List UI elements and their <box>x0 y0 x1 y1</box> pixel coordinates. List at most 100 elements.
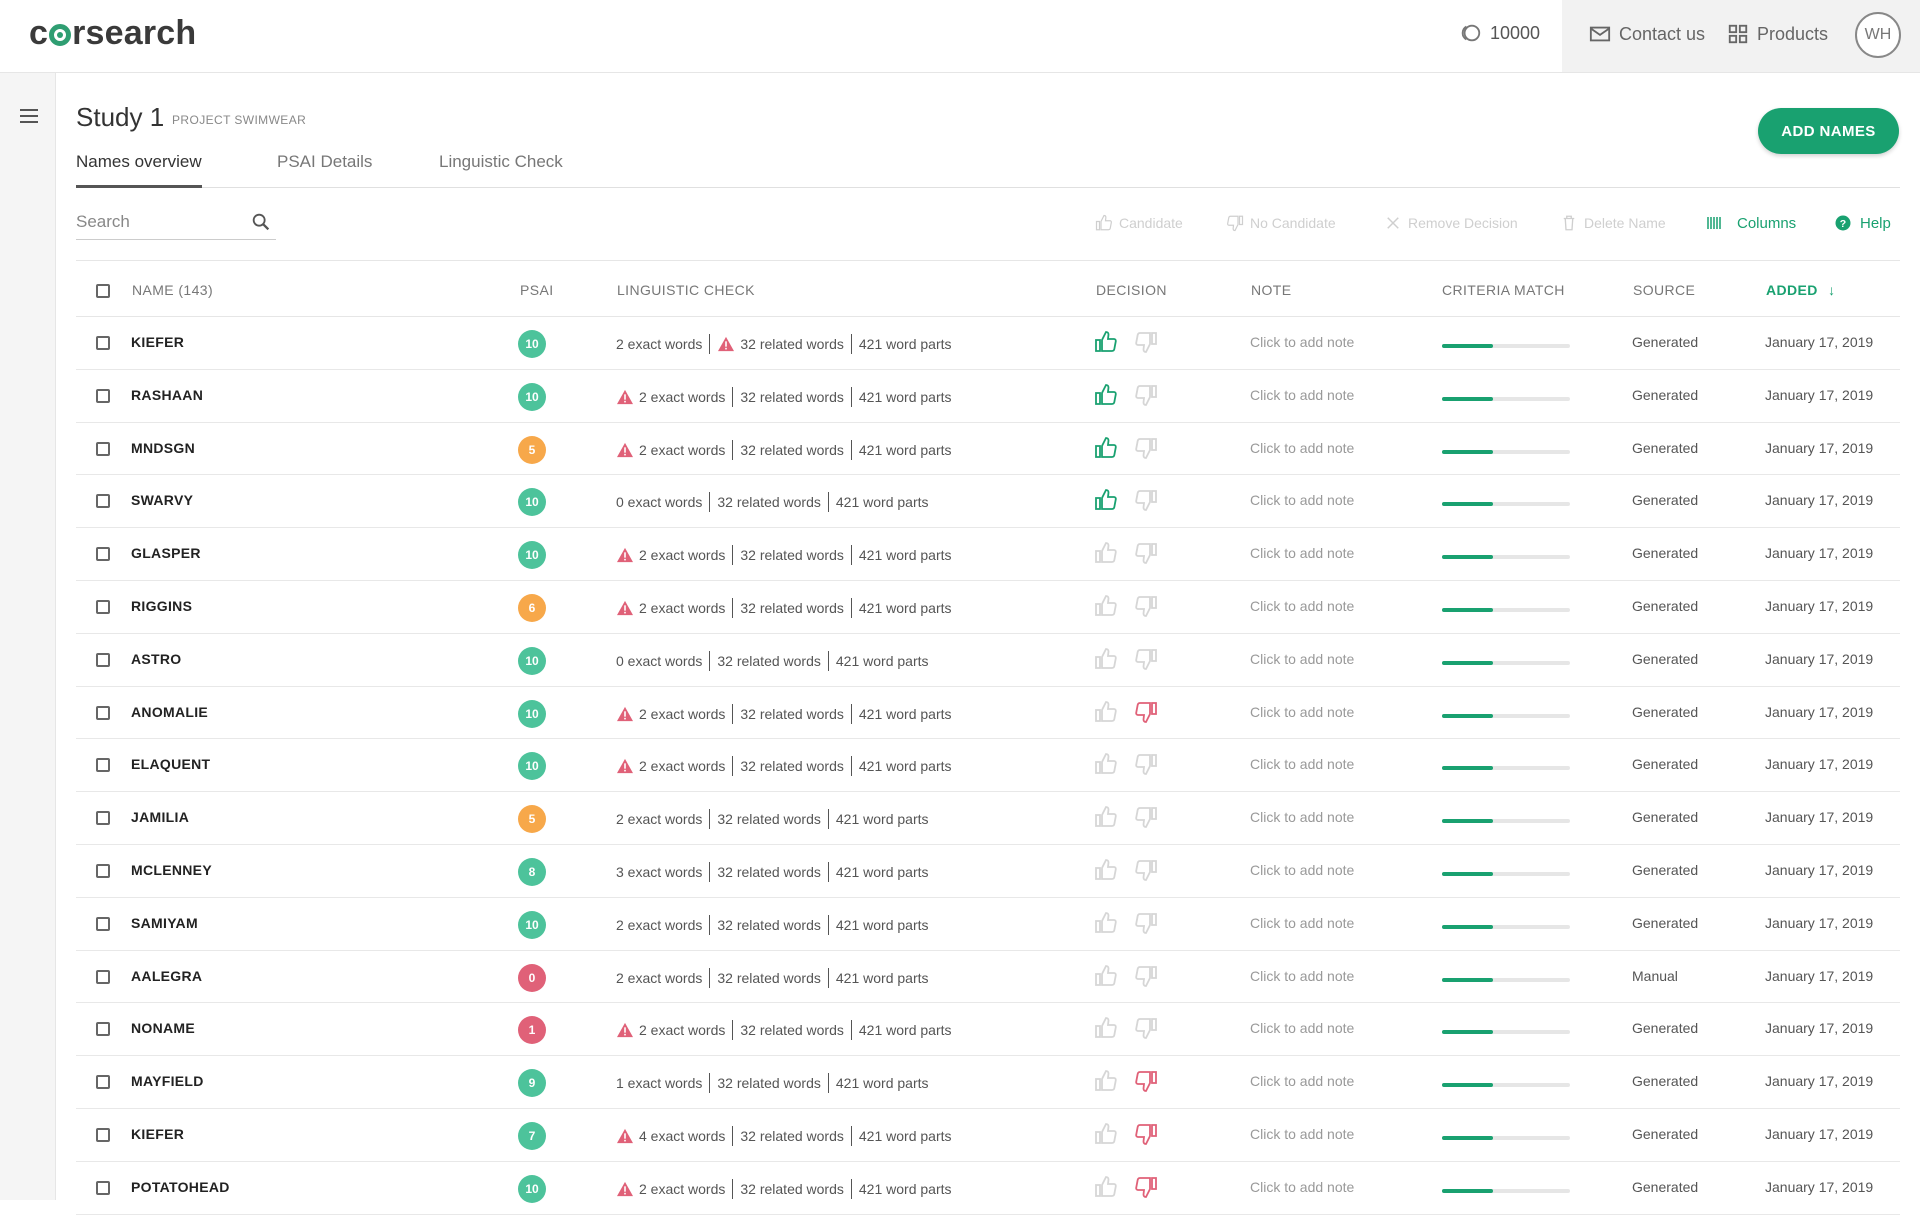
linguistic-check-cell[interactable]: 2 exact words 32 related words 421 word … <box>616 809 929 830</box>
no-candidate-button[interactable]: No Candidate <box>1226 214 1336 232</box>
note-cell[interactable]: Click to add note <box>1250 545 1354 561</box>
name-cell[interactable]: MNDSGN <box>131 440 195 456</box>
table-row[interactable]: ANOMALIE 10 2 exact words 32 related wor… <box>76 687 1900 740</box>
thumbs-down-icon[interactable] <box>1134 700 1158 724</box>
remove-decision-button[interactable]: Remove Decision <box>1384 214 1518 232</box>
row-checkbox[interactable] <box>96 1022 110 1037</box>
thumbs-up-icon[interactable] <box>1094 383 1118 407</box>
header-decision[interactable]: DECISION <box>1096 282 1167 298</box>
columns-button[interactable]: Columns <box>1705 214 1796 232</box>
thumbs-up-icon[interactable] <box>1094 1069 1118 1093</box>
thumbs-up-icon[interactable] <box>1094 330 1118 354</box>
thumbs-down-icon[interactable] <box>1134 1069 1158 1093</box>
table-row[interactable]: RIGGINS 6 2 exact words 32 related words… <box>76 581 1900 634</box>
thumbs-down-icon[interactable] <box>1134 805 1158 829</box>
name-cell[interactable]: SWARVY <box>131 492 193 508</box>
row-checkbox[interactable] <box>96 1075 110 1090</box>
note-cell[interactable]: Click to add note <box>1250 809 1354 825</box>
thumbs-down-icon[interactable] <box>1134 488 1158 512</box>
table-row[interactable]: KIEFER 7 4 exact words 32 related words … <box>76 1109 1900 1162</box>
name-cell[interactable]: NONAME <box>131 1020 195 1036</box>
thumbs-up-icon[interactable] <box>1094 805 1118 829</box>
header-added[interactable]: ADDED ↓ <box>1766 282 1835 298</box>
name-cell[interactable]: KIEFER <box>131 334 184 350</box>
header-criteria-match[interactable]: CRITERIA MATCH <box>1442 282 1565 298</box>
name-cell[interactable]: KIEFER <box>131 1126 184 1142</box>
thumbs-up-icon[interactable] <box>1094 911 1118 935</box>
name-cell[interactable]: JAMILIA <box>131 809 189 825</box>
note-cell[interactable]: Click to add note <box>1250 1073 1354 1089</box>
note-cell[interactable]: Click to add note <box>1250 598 1354 614</box>
user-avatar[interactable]: WH <box>1855 12 1901 58</box>
thumbs-down-icon[interactable] <box>1134 964 1158 988</box>
table-row[interactable]: MNDSGN 5 2 exact words 32 related words … <box>76 423 1900 476</box>
help-button[interactable]: ? Help <box>1834 214 1891 232</box>
row-checkbox[interactable] <box>96 547 110 562</box>
corsearch-logo[interactable]: c rsearch <box>29 14 196 53</box>
thumbs-up-icon[interactable] <box>1094 541 1118 565</box>
thumbs-up-icon[interactable] <box>1094 1016 1118 1040</box>
header-name[interactable]: NAME (143) <box>132 282 213 298</box>
row-checkbox[interactable] <box>96 652 110 667</box>
name-cell[interactable]: ANOMALIE <box>131 704 208 720</box>
table-row[interactable]: RASHAAN 10 2 exact words 32 related word… <box>76 370 1900 423</box>
row-checkbox[interactable] <box>96 1180 110 1195</box>
thumbs-down-icon[interactable] <box>1134 383 1158 407</box>
note-cell[interactable]: Click to add note <box>1250 1126 1354 1142</box>
row-checkbox[interactable] <box>96 916 110 931</box>
thumbs-down-icon[interactable] <box>1134 911 1158 935</box>
row-checkbox[interactable] <box>96 441 110 456</box>
search-input[interactable] <box>76 208 236 236</box>
thumbs-down-icon[interactable] <box>1134 1122 1158 1146</box>
thumbs-down-icon[interactable] <box>1134 858 1158 882</box>
table-row[interactable]: JAMILIA 5 2 exact words 32 related words… <box>76 792 1900 845</box>
linguistic-check-cell[interactable]: 2 exact words 32 related words 421 word … <box>616 439 952 460</box>
note-cell[interactable]: Click to add note <box>1250 651 1354 667</box>
name-cell[interactable]: AALEGRA <box>131 968 202 984</box>
contact-us-link[interactable]: Contact us <box>1589 23 1705 45</box>
linguistic-check-cell[interactable]: 2 exact words 32 related words 421 word … <box>616 1020 952 1041</box>
thumbs-down-icon[interactable] <box>1134 752 1158 776</box>
table-row[interactable]: ELAQUENT 10 2 exact words 32 related wor… <box>76 739 1900 793</box>
delete-name-button[interactable]: Delete Name <box>1560 214 1666 232</box>
search-icon[interactable] <box>250 211 272 233</box>
table-row[interactable]: SWARVY 10 0 exact words 32 related words… <box>76 475 1900 529</box>
name-cell[interactable]: POTATOHEAD <box>131 1179 230 1195</box>
note-cell[interactable]: Click to add note <box>1250 387 1354 403</box>
header-linguistic-check[interactable]: LINGUISTIC CHECK <box>617 282 755 298</box>
table-row[interactable]: NONAME 1 2 exact words 32 related words … <box>76 1003 1900 1057</box>
row-checkbox[interactable] <box>96 969 110 984</box>
linguistic-check-cell[interactable]: 2 exact words 32 related words 421 word … <box>616 545 952 566</box>
thumbs-down-icon[interactable] <box>1134 1175 1158 1199</box>
note-cell[interactable]: Click to add note <box>1250 492 1354 508</box>
name-cell[interactable]: RASHAAN <box>131 387 203 403</box>
table-row[interactable]: POTATOHEAD 10 2 exact words 32 related w… <box>76 1162 1900 1215</box>
table-row[interactable]: ASTRO 10 0 exact words 32 related words … <box>76 634 1900 687</box>
note-cell[interactable]: Click to add note <box>1250 334 1354 350</box>
row-checkbox[interactable] <box>96 863 110 878</box>
thumbs-down-icon[interactable] <box>1134 436 1158 460</box>
thumbs-up-icon[interactable] <box>1094 1122 1118 1146</box>
thumbs-up-icon[interactable] <box>1094 1175 1118 1199</box>
row-checkbox[interactable] <box>96 758 110 773</box>
linguistic-check-cell[interactable]: 4 exact words 32 related words 421 word … <box>616 1125 952 1146</box>
thumbs-up-icon[interactable] <box>1094 752 1118 776</box>
thumbs-down-icon[interactable] <box>1134 541 1158 565</box>
candidate-button[interactable]: Candidate <box>1095 214 1183 232</box>
row-checkbox[interactable] <box>96 705 110 720</box>
row-checkbox[interactable] <box>96 336 110 350</box>
linguistic-check-cell[interactable]: 2 exact words 32 related words 421 word … <box>616 334 952 354</box>
thumbs-up-icon[interactable] <box>1094 647 1118 671</box>
note-cell[interactable]: Click to add note <box>1250 440 1354 456</box>
linguistic-check-cell[interactable]: 3 exact words 32 related words 421 word … <box>616 861 929 882</box>
thumbs-down-icon[interactable] <box>1134 330 1158 354</box>
note-cell[interactable]: Click to add note <box>1250 862 1354 878</box>
table-row[interactable]: AALEGRA 0 2 exact words 32 related words… <box>76 951 1900 1004</box>
thumbs-up-icon[interactable] <box>1094 964 1118 988</box>
table-row[interactable]: MAYFIELD 9 1 exact words 32 related word… <box>76 1056 1900 1109</box>
tab-names-overview[interactable]: Names overview <box>76 152 202 188</box>
thumbs-up-icon[interactable] <box>1094 488 1118 512</box>
name-cell[interactable]: ELAQUENT <box>131 756 210 772</box>
note-cell[interactable]: Click to add note <box>1250 915 1354 931</box>
header-psai[interactable]: PSAI <box>520 282 554 298</box>
